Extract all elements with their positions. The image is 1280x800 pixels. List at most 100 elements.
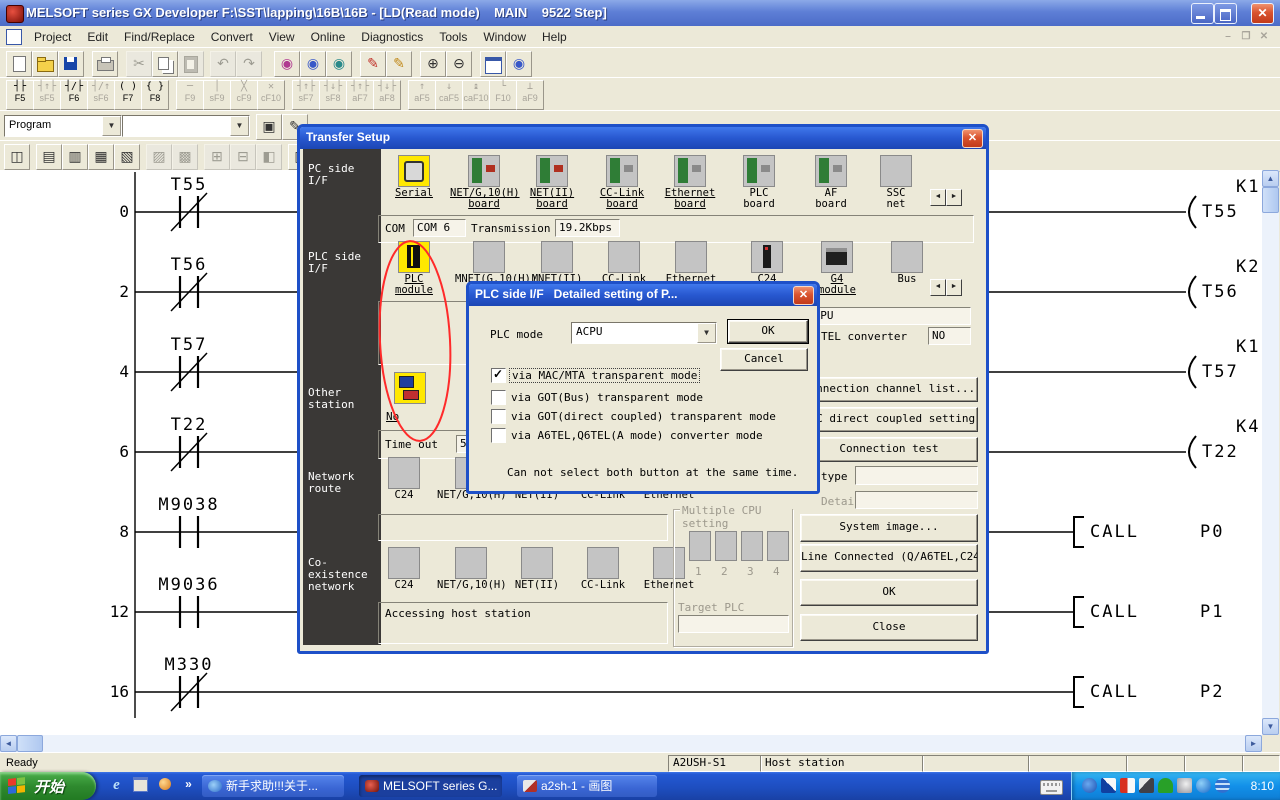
menu-view[interactable]: View [261, 28, 303, 46]
ladder-list-toggle-button[interactable]: ◫ [4, 144, 30, 170]
task-forum-window[interactable]: 新手求助!!!关于... [202, 775, 344, 797]
contact-label[interactable]: T56 [139, 255, 239, 275]
vertical-scrollbar[interactable]: ▲ ▼ [1262, 170, 1279, 735]
pc-if-af-board[interactable]: AF board [797, 155, 865, 210]
volume-tray-icon[interactable] [1177, 778, 1192, 793]
connection-channel-list-button[interactable]: Connection channel list... [800, 377, 978, 402]
close-button[interactable]: ✕ [1251, 3, 1274, 24]
system-image-button[interactable]: System image... [800, 514, 978, 542]
got-bus-checkbox[interactable] [491, 390, 506, 405]
plc-detail-cancel-button[interactable]: Cancel [720, 348, 808, 371]
got-direct-label[interactable]: via GOT(direct coupled) transparent mode [511, 410, 776, 423]
transfer-setup-titlebar[interactable]: Transfer Setup [300, 127, 986, 149]
plc-if-c24[interactable]: C24 [733, 241, 801, 285]
vertical-scroll-thumb[interactable] [1262, 187, 1279, 213]
menu-project[interactable]: Project [26, 28, 79, 46]
save-button[interactable] [58, 51, 84, 77]
contact-label[interactable]: T55 [139, 175, 239, 195]
minimize-button[interactable] [1191, 3, 1214, 24]
menu-convert[interactable]: Convert [203, 28, 261, 46]
horizontal-scroll-thumb[interactable] [17, 735, 43, 752]
print-button[interactable] [92, 51, 118, 77]
find-instruction-button[interactable]: ◉ [326, 51, 352, 77]
a6tel-label[interactable]: via A6TEL,Q6TEL(A mode) converter mode [511, 429, 763, 442]
menu-window[interactable]: Window [475, 28, 534, 46]
input-method-tray-icon[interactable] [1101, 778, 1116, 793]
plc-if-plc-module[interactable]: PLC module [380, 241, 448, 296]
line-connected-button[interactable]: Line Connected (Q/A6TEL,C24)... [800, 544, 978, 572]
copy-button[interactable] [152, 51, 178, 77]
quicklaunch-chevron-icon[interactable]: » [180, 777, 197, 794]
ladder-f5-button[interactable]: ┤├F5 [6, 80, 34, 110]
call-instruction[interactable]: CALL [1090, 602, 1139, 622]
coex-net2[interactable]: NET(II) [503, 547, 571, 591]
find-replace-button[interactable]: ◉ [300, 51, 326, 77]
write-mode-button[interactable]: ✎ [360, 51, 386, 77]
transfer-ok-button[interactable]: OK [800, 579, 978, 606]
coil-label[interactable]: T57 [1202, 362, 1239, 382]
pc-if-net-g10h-board[interactable]: NET/G,10(H) board [450, 155, 518, 210]
antivirus-umbrella-tray-icon[interactable] [1158, 778, 1173, 793]
menu-online[interactable]: Online [303, 28, 354, 46]
task-paint-window[interactable]: a2sh-1 - 画图 [517, 775, 657, 797]
plc-mode-select[interactable]: ACPU ▼ [571, 322, 717, 344]
transfer-close-button[interactable]: Close [800, 614, 978, 641]
coil-label[interactable]: T55 [1202, 202, 1239, 222]
device-comment-button[interactable]: ◉ [506, 51, 532, 77]
menu-help[interactable]: Help [534, 28, 575, 46]
plc-if-ethernet[interactable]: Ethernet [657, 241, 725, 285]
coex-cclink[interactable]: CC-Link [569, 547, 637, 591]
menu-find-replace[interactable]: Find/Replace [116, 28, 203, 46]
com-port-field[interactable]: COM 6 [413, 219, 466, 237]
read-mode-button[interactable]: ✎ [386, 51, 412, 77]
plc-if-mnet-g10h[interactable]: MNET(G,10(H)) [455, 241, 523, 285]
quicklaunch-ie-icon[interactable]: e [108, 777, 125, 794]
got-bus-label[interactable]: via GOT(Bus) transparent mode [511, 391, 703, 404]
contact-label[interactable]: M330 [139, 655, 239, 675]
view-alias-button[interactable]: ▧ [114, 144, 140, 170]
find-device-button[interactable]: ◉ [274, 51, 300, 77]
scroll-up-icon[interactable]: ▲ [1262, 170, 1279, 187]
a6tel-checkbox[interactable] [491, 428, 506, 443]
plc-if-cclink[interactable]: CC-Link [590, 241, 658, 285]
parameter-edit-button[interactable]: ▣ [256, 114, 282, 140]
call-instruction[interactable]: CALL [1090, 682, 1139, 702]
coil-label[interactable]: T56 [1202, 282, 1239, 302]
quicklaunch-desktop-icon[interactable] [132, 777, 149, 794]
messenger-tray-icon[interactable] [1196, 778, 1211, 793]
coex-c24[interactable]: C24 [370, 547, 438, 591]
contact-label[interactable]: T57 [139, 335, 239, 355]
horizontal-scrollbar[interactable]: ◄ ► [0, 735, 1262, 752]
mac-mta-label[interactable]: via MAC/MTA transparent mode [509, 368, 700, 383]
task-melsoft-window[interactable]: MELSOFT series G... [359, 775, 502, 797]
got-direct-checkbox[interactable] [491, 409, 506, 424]
plc-row-scroll-right-icon[interactable]: ► [946, 279, 962, 296]
dropdown-arrow-icon[interactable]: ▼ [697, 323, 716, 343]
secondary-select[interactable]: ▼ [122, 115, 250, 137]
scroll-left-icon[interactable]: ◄ [0, 735, 17, 752]
pc-row-scroll-right-icon[interactable]: ► [946, 189, 962, 206]
keyboard-indicator-icon[interactable] [1040, 780, 1063, 795]
plc-detail-titlebar[interactable]: PLC side I/F Detailed setting of P... [469, 284, 817, 306]
plc-detail-close-button[interactable]: ✕ [793, 286, 814, 305]
contact-label[interactable]: M9038 [139, 495, 239, 515]
new-button[interactable] [6, 51, 32, 77]
coex-net-g10h[interactable]: NET/G,10(H) [437, 547, 505, 591]
menu-tools[interactable]: Tools [431, 28, 475, 46]
coil-label[interactable]: T22 [1202, 442, 1239, 462]
accessibility-tray-icon[interactable] [1082, 778, 1097, 793]
start-button[interactable]: 开始 [0, 772, 96, 800]
mac-mta-checkbox[interactable]: ✓ [491, 368, 506, 383]
project-data-list-button[interactable] [480, 51, 506, 77]
transmission-speed-field[interactable]: 19.2Kbps [555, 219, 620, 237]
pc-if-ssc-net[interactable]: SSC net [862, 155, 930, 210]
dropdown-arrow-icon[interactable]: ▼ [230, 116, 249, 136]
pen-tool-tray-icon[interactable] [1139, 778, 1154, 793]
contact-label[interactable]: M9036 [139, 575, 239, 595]
contact-label[interactable]: T22 [139, 415, 239, 435]
transfer-setup-close-button[interactable]: ✕ [962, 129, 983, 148]
pc-if-cclink-board[interactable]: CC-Link board [588, 155, 656, 210]
connection-test-button[interactable]: Connection test [800, 437, 978, 462]
ladder-f7-button[interactable]: ( )F7 [114, 80, 142, 110]
reader-tray-icon[interactable] [1120, 778, 1135, 793]
